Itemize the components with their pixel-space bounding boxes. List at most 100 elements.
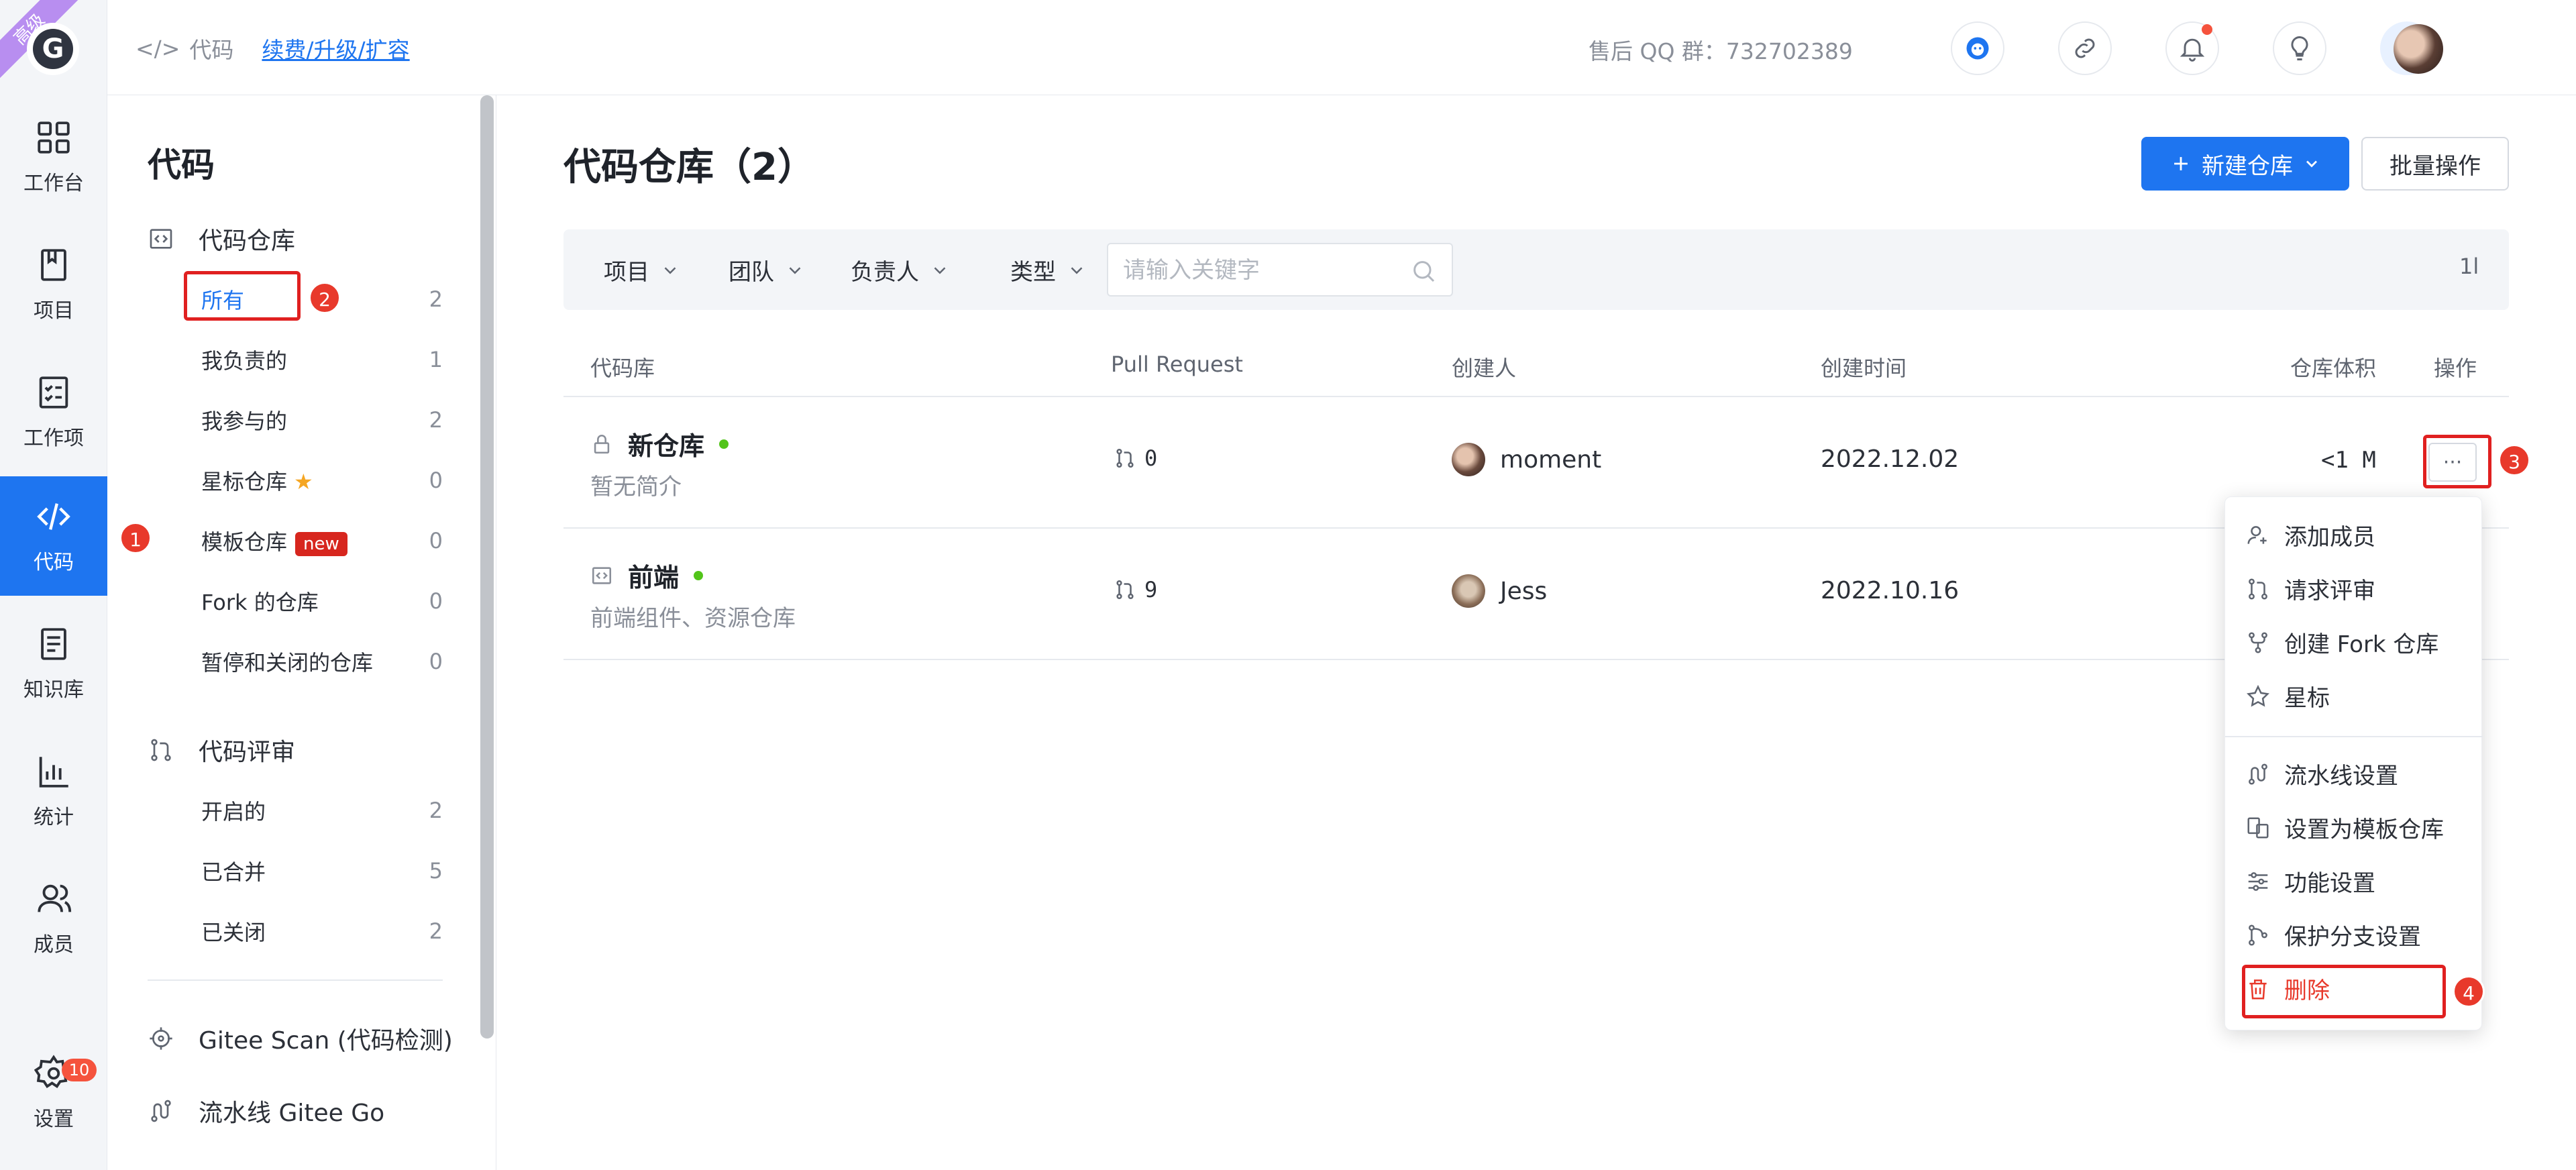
- pipeline-icon: [2249, 763, 2267, 785]
- renew-upgrade-link[interactable]: 续费/升级/扩容: [262, 32, 409, 64]
- created-date: 2022.10.16: [1821, 577, 1960, 604]
- sidebar-item-label: 流水线 Gitee Go: [199, 1100, 385, 1127]
- rail-item-settings[interactable]: 设置: [0, 1033, 107, 1153]
- menu-item-feature-settings[interactable]: 功能设置: [2245, 865, 2375, 898]
- sidebar-item-review-merged[interactable]: 已合并 5: [201, 851, 443, 891]
- pr-count-value: 9: [1144, 577, 1158, 602]
- sidebar-item-review-closed[interactable]: 已关闭 2: [201, 911, 443, 951]
- filter-team[interactable]: 团队: [729, 254, 805, 286]
- sidebar-item-review-open[interactable]: 开启的 2: [201, 790, 443, 831]
- rail-item-wiki[interactable]: 知识库: [0, 604, 107, 723]
- creator-name: Jess: [1500, 577, 1548, 605]
- breadcrumb: </> 代码 续费/升级/扩容: [136, 32, 410, 64]
- row-divider: [564, 527, 2509, 529]
- menu-item-branch-protection[interactable]: 保护分支设置: [2245, 918, 2421, 951]
- filter-project[interactable]: 项目: [604, 254, 680, 286]
- creator[interactable]: Jess: [1452, 574, 1547, 608]
- rail-item-stats[interactable]: 统计: [0, 731, 107, 851]
- filter-type[interactable]: 类型: [1010, 254, 1087, 286]
- sidebar-item-forks[interactable]: Fork 的仓库 0: [201, 581, 443, 621]
- book-icon: [41, 249, 66, 281]
- column-header-pr: Pull Request: [1111, 352, 1243, 377]
- sidebar-item-gitee-scan[interactable]: Gitee Scan (代码检测): [148, 1021, 453, 1056]
- filter-owner[interactable]: 负责人: [851, 254, 950, 286]
- rail-item-workbench[interactable]: 工作台: [0, 97, 107, 217]
- sidebar-item-starred[interactable]: 星标仓库 ★ 0: [201, 460, 443, 500]
- pull-request-count[interactable]: 0: [1114, 445, 1157, 471]
- rail-label: 代码: [34, 551, 74, 574]
- menu-item-create-fork[interactable]: 创建 Fork 仓库: [2245, 626, 2438, 659]
- tips-button[interactable]: [2273, 21, 2326, 75]
- creator-name: moment: [1500, 445, 1602, 474]
- pull-request-count[interactable]: 9: [1114, 577, 1157, 602]
- link-button[interactable]: [2058, 21, 2112, 75]
- pr-count-value: 0: [1144, 445, 1158, 471]
- menu-item-add-member[interactable]: 添加成员: [2245, 519, 2375, 551]
- sidebar-item-mine[interactable]: 我负责的 1: [201, 339, 443, 380]
- search-icon[interactable]: [1410, 258, 1437, 284]
- sidebar-item-label: 开启的: [201, 799, 266, 825]
- sidebar-item-label: 模板仓库: [201, 529, 288, 555]
- sidebar-item-participated[interactable]: 我参与的 2: [201, 400, 443, 440]
- user-avatar[interactable]: [2394, 24, 2443, 74]
- menu-item-label: 添加成员: [2284, 524, 2375, 551]
- page-title: 代码仓库（2）: [564, 146, 815, 189]
- repo-actions-menu: 添加成员 请求评审 创建 Fork 仓库 星标 流水线设置 设置为模板仓库 功能…: [2224, 496, 2483, 1030]
- chevron-down-icon: [664, 266, 676, 274]
- breadcrumb-label: 代码: [189, 37, 234, 63]
- rail-item-members[interactable]: 成员: [0, 859, 107, 978]
- sort-toggle[interactable]: 1l: [2459, 254, 2479, 279]
- add-user-icon: [2247, 525, 2267, 544]
- filter-label: 团队: [729, 259, 774, 286]
- sidebar-item-closed-repos[interactable]: 暂停和关闭的仓库 0: [201, 641, 443, 682]
- code-sidebar: 代码 代码仓库 所有 2 我负责的 1 我参与的 2 星标仓库 ★ 0 模板仓库 new 0 …: [107, 95, 496, 1170]
- sidebar-item-label: Fork 的仓库: [201, 590, 319, 615]
- column-header-size: 仓库体积: [2290, 356, 2377, 381]
- table-row-repo-name[interactable]: 新仓库: [590, 425, 729, 462]
- scan-icon: [150, 1027, 172, 1050]
- sidebar-item-count: 2: [429, 286, 443, 312]
- search-input[interactable]: [1123, 254, 1405, 287]
- batch-action-button[interactable]: 批量操作: [2361, 137, 2509, 191]
- repo-description: 前端组件、资源仓库: [590, 605, 796, 632]
- rail-label: 成员: [34, 933, 74, 957]
- sidebar-group-review[interactable]: 代码评审: [148, 733, 295, 767]
- sidebar-item-count: 5: [429, 858, 443, 884]
- menu-item-pipeline-settings[interactable]: 流水线设置: [2245, 757, 2398, 790]
- menu-item-label: 请求评审: [2284, 578, 2375, 604]
- rail-item-workitems[interactable]: 工作项: [0, 352, 107, 472]
- sidebar-item-count: 2: [429, 407, 443, 433]
- menu-item-set-template[interactable]: 设置为模板仓库: [2245, 811, 2444, 844]
- sidebar-scrollbar[interactable]: [480, 95, 494, 1039]
- step-marker: 1: [119, 522, 152, 554]
- new-badge: new: [295, 532, 347, 556]
- sidebar-item-pipeline[interactable]: 流水线 Gitee Go: [148, 1094, 384, 1128]
- new-repo-button[interactable]: 新建仓库: [2141, 137, 2349, 191]
- sidebar-divider: [148, 979, 443, 981]
- menu-divider: [2225, 736, 2483, 737]
- pull-request-icon: [1116, 448, 1134, 468]
- sidebar-item-count: 0: [429, 528, 443, 553]
- star-outline-icon: [2247, 684, 2269, 706]
- chevron-down-icon: [934, 266, 946, 274]
- rail-item-project[interactable]: 项目: [0, 225, 107, 344]
- repo-size: <1 M: [2321, 447, 2376, 474]
- sidebar-item-templates[interactable]: 模板仓库 new 0: [201, 521, 443, 561]
- assistant-button[interactable]: [1951, 21, 2004, 75]
- creator[interactable]: moment: [1452, 443, 1601, 476]
- sidebar-group-repos[interactable]: 代码仓库: [148, 221, 295, 256]
- rail-item-code[interactable]: 代码: [0, 476, 107, 596]
- checklist-icon: [39, 376, 68, 409]
- sidebar-item-count: 1: [429, 347, 443, 372]
- menu-item-star[interactable]: 星标: [2245, 680, 2330, 712]
- menu-item-request-review[interactable]: 请求评审: [2245, 572, 2375, 605]
- step-marker: 2: [309, 282, 341, 314]
- created-date: 2022.12.02: [1821, 445, 1960, 473]
- bar-chart-icon: [39, 757, 68, 788]
- step-marker: 4: [2453, 975, 2485, 1008]
- notification-button[interactable]: [2165, 21, 2219, 75]
- pull-request-icon: [1116, 580, 1134, 600]
- table-row-repo-name[interactable]: 前端: [590, 557, 704, 594]
- sidebar-group-label: 代码评审: [199, 739, 296, 766]
- gitee-logo[interactable]: G: [27, 23, 79, 75]
